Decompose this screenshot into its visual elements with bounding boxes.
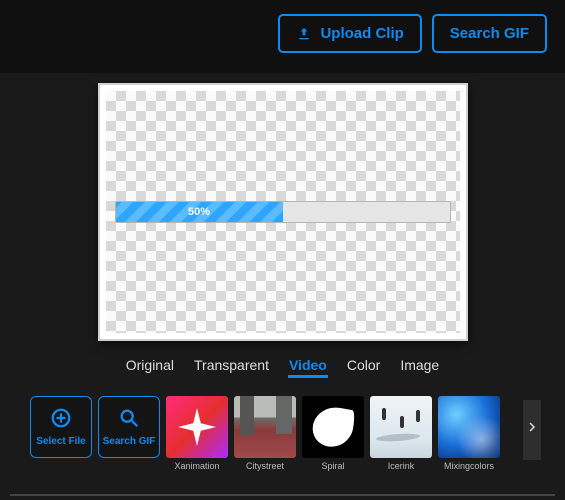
progress-fill: 50% (116, 202, 283, 222)
thumbnail-label: Icerink (388, 461, 415, 471)
tab-original[interactable]: Original (125, 355, 175, 378)
search-gif-button[interactable]: Search GIF (432, 14, 547, 53)
thumbnail-image (234, 396, 296, 458)
thumbnail-image (166, 396, 228, 458)
thumbnail-row: Select File Search GIF Xanimation Cityst… (20, 390, 545, 481)
tab-transparent[interactable]: Transparent (193, 355, 270, 378)
progress-bar: 50% (115, 201, 451, 223)
search-icon (118, 407, 140, 432)
thumbnail-image (370, 396, 432, 458)
search-gif-label: Search GIF (450, 25, 529, 42)
select-file-button[interactable]: Select File (30, 396, 92, 458)
thumbnail-label: Citystreet (246, 461, 284, 471)
preview-canvas: 50% (98, 83, 468, 341)
thumbnail-label: Spiral (321, 461, 344, 471)
tab-video[interactable]: Video (288, 355, 328, 378)
header-toolbar: Upload Clip Search GIF (0, 0, 565, 73)
main-area: 50% Original Transparent Video Color Ima… (0, 73, 565, 481)
thumbnail-xanimation[interactable]: Xanimation (166, 396, 228, 471)
chevron-right-icon (526, 418, 538, 441)
thumbnail-mixingcolors[interactable]: Mixingcolors (438, 396, 500, 471)
tab-color[interactable]: Color (346, 355, 381, 378)
thumbnail-image (438, 396, 500, 458)
progress-label: 50% (188, 206, 210, 218)
upload-icon (296, 26, 312, 42)
thumbnail-icerink[interactable]: Icerink (370, 396, 432, 471)
thumbnail-spiral[interactable]: Spiral (302, 396, 364, 471)
divider (10, 494, 555, 496)
plus-circle-icon (50, 407, 72, 432)
thumbnail-label: Xanimation (174, 461, 219, 471)
thumbnail-label: Mixingcolors (444, 461, 494, 471)
search-gif-small-label: Search GIF (103, 436, 156, 447)
thumbnail-image (302, 396, 364, 458)
thumbnail-citystreet[interactable]: Citystreet (234, 396, 296, 471)
next-arrow-button[interactable] (523, 400, 541, 460)
tab-image[interactable]: Image (399, 355, 440, 378)
upload-clip-label: Upload Clip (320, 25, 403, 42)
upload-clip-button[interactable]: Upload Clip (278, 14, 421, 53)
select-file-label: Select File (36, 436, 85, 447)
search-gif-button-small[interactable]: Search GIF (98, 396, 160, 458)
background-tabs: Original Transparent Video Color Image (20, 341, 545, 390)
